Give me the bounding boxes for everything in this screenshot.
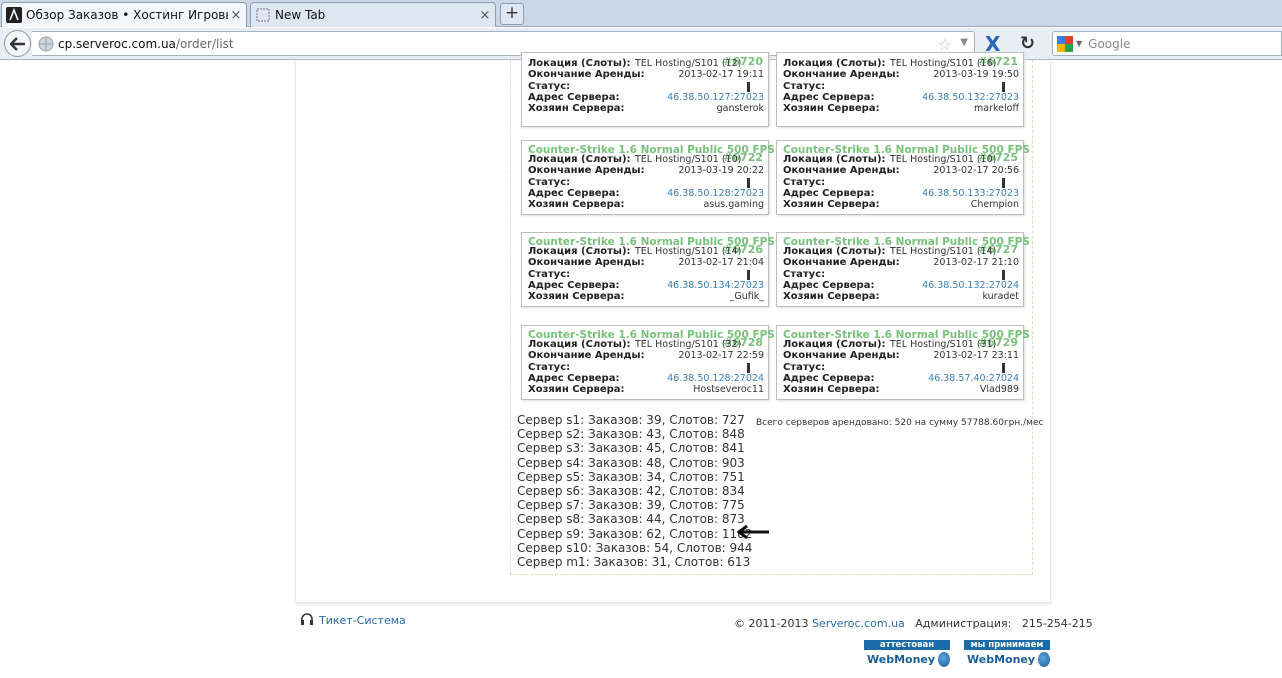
end-date-label: Окончание Аренды: <box>528 257 645 268</box>
owner-value: markeloff <box>974 103 1019 114</box>
server-stats-list: Сервер s1: Заказов: 39, Слотов: 727 Серве… <box>517 413 752 569</box>
status-indicator-icon <box>747 270 750 280</box>
headset-icon <box>301 613 313 625</box>
admin-phone: 215-254-215 <box>1021 617 1093 630</box>
end-date-label: Окончание Аренды: <box>783 69 900 80</box>
order-card[interactable]: Counter-Strike 1.6 Normal Public 500 FPS… <box>776 140 1030 215</box>
brand-link[interactable]: Serveroc.com.ua <box>812 617 905 630</box>
tab-close-icon[interactable]: × <box>477 8 493 23</box>
ticket-system-label: Тикет-Система <box>319 613 406 627</box>
status-indicator-icon <box>1002 82 1005 92</box>
search-placeholder: Google <box>1088 36 1131 51</box>
owner-value: Chempion <box>970 199 1019 210</box>
server-stat-line: Сервер s7: Заказов: 39, Слотов: 775 <box>517 498 745 513</box>
webmoney-globe-icon <box>938 652 950 667</box>
order-card[interactable]: Counter-Strike 1.6 Normal Public 500 FPS… <box>776 325 1030 400</box>
back-button[interactable] <box>4 30 31 57</box>
server-stat-line: Сервер m1: Заказов: 31, Слотов: 613 <box>517 555 751 570</box>
ticket-system-link[interactable]: Тикет-Система <box>299 612 406 628</box>
url-path: /order/list <box>175 36 234 51</box>
browser-tabstrip: Обзор Заказов • Хостинг Игровых Сер... ×… <box>0 0 1282 27</box>
new-tab-button[interactable]: + <box>500 3 524 25</box>
end-date-label: Окончание Аренды: <box>783 350 900 361</box>
end-date-value: 2013-02-17 23:11 <box>933 350 1019 361</box>
status-indicator-icon <box>747 82 750 92</box>
owner-value: _Gufik_ <box>729 291 764 302</box>
end-date-label: Окончание Аренды: <box>528 165 645 176</box>
end-date-value: 2013-02-17 21:04 <box>678 257 764 268</box>
owner-value: Hostseveroc11 <box>693 384 764 395</box>
server-stat-line: Сервер s3: Заказов: 45, Слотов: 841 <box>517 441 745 456</box>
owner-label: Хозяин Сервера: <box>783 199 880 210</box>
owner-value: kuradet <box>982 291 1019 302</box>
owner-label: Хозяин Сервера: <box>783 103 880 114</box>
end-date-label: Окончание Аренды: <box>783 257 900 268</box>
search-engine-dropdown-icon[interactable]: ▼ <box>1076 39 1082 48</box>
blank-page-icon <box>256 8 270 22</box>
owner-value: asus.gaming <box>703 199 764 210</box>
total-rented: Всего серверов арендовано: 520 на сумму … <box>756 418 1044 428</box>
google-logo-icon <box>1057 35 1073 52</box>
badge-caption: аттестован <box>864 640 950 650</box>
back-arrow-icon <box>9 36 25 51</box>
badge-caption: мы принимаем <box>964 640 1050 650</box>
webmoney-logo-text: WebMoney <box>967 653 1036 666</box>
webmoney-attested-badge[interactable]: аттестован WebMoney <box>864 640 950 669</box>
url-host: cp.serveroc.com.ua <box>58 36 176 51</box>
end-date-label: Окончание Аренды: <box>783 165 900 176</box>
left-arrow-icon <box>737 525 769 539</box>
globe-icon <box>38 36 54 51</box>
reload-icon[interactable]: ↻ <box>1020 33 1035 54</box>
server-stat-line: Сервер s9: Заказов: 62, Слотов: 1102 <box>517 526 753 541</box>
end-date-label: Окончание Аренды: <box>528 350 645 361</box>
owner-value: Vlad989 <box>979 384 1019 395</box>
tab-new-tab[interactable]: New Tab × <box>250 2 496 27</box>
end-date-value: 2013-02-17 22:59 <box>678 350 764 361</box>
status-indicator-icon <box>747 178 750 188</box>
status-indicator-icon <box>1002 178 1005 188</box>
tab-close-icon[interactable]: × <box>228 8 244 23</box>
server-stat-line: Сервер s10: Заказов: 54, Слотов: 944 <box>517 540 753 555</box>
end-date-value: 2013-02-17 20:56 <box>933 165 1019 176</box>
owner-label: Хозяин Сервера: <box>528 199 625 210</box>
order-card[interactable]: Counter-Strike 1.6 Normal Public 500 FPS… <box>776 232 1030 307</box>
webmoney-globe-icon <box>1038 652 1050 667</box>
owner-value: gansterok <box>716 103 764 114</box>
tab-orders[interactable]: Обзор Заказов • Хостинг Игровых Сер... × <box>1 2 247 27</box>
order-card[interactable]: Counter-Strike 1.6 Normal Public 500 FPS… <box>521 232 775 307</box>
owner-label: Хозяин Сервера: <box>528 103 625 114</box>
status-indicator-icon <box>747 363 750 373</box>
server-stat-line: Сервер s5: Заказов: 34, Слотов: 751 <box>517 469 745 484</box>
order-card[interactable]: Counter-Strike 1.6 Normal Public 500 FPS… <box>521 140 775 215</box>
end-date-value: 2013-02-17 19:11 <box>678 69 764 80</box>
tab-title: New Tab <box>275 8 326 22</box>
status-indicator-icon <box>1002 270 1005 280</box>
status-indicator-icon <box>1002 363 1005 373</box>
owner-label: Хозяин Сервера: <box>528 291 625 302</box>
order-card[interactable]: Counter-Strike 1.6 Normal Public 500 FPS… <box>521 325 775 400</box>
webmoney-accept-badge[interactable]: мы принимаем WebMoney <box>964 640 1050 669</box>
footer-copyright: © 2011-2013 Serveroc.com.ua Администраци… <box>734 617 1093 630</box>
owner-label: Хозяин Сервера: <box>783 384 880 395</box>
order-card[interactable]: #6721 Локация (Слоты): TEL Hosting/S101 (1… <box>776 52 1024 127</box>
admin-label: Администрация: <box>915 617 1012 630</box>
owner-label: Хозяин Сервера: <box>528 384 625 395</box>
end-date-label: Окончание Аренды: <box>528 69 645 80</box>
tab-title: Обзор Заказов • Хостинг Игровых Сер... <box>26 8 228 22</box>
server-stat-line: Сервер s1: Заказов: 39, Слотов: 727 <box>517 413 745 427</box>
url-history-dropdown-icon[interactable]: ▼ <box>960 37 968 48</box>
site-favicon-icon <box>6 7 22 23</box>
owner-label: Хозяин Сервера: <box>783 291 880 302</box>
server-stat-line: Сервер s6: Заказов: 42, Слотов: 834 <box>517 484 745 499</box>
search-box[interactable]: ▼ Google <box>1052 31 1282 56</box>
order-card[interactable]: #6720 Локация (Слоты): TEL Hosting/S101 (1… <box>521 52 769 127</box>
webmoney-logo-text: WebMoney <box>867 653 936 666</box>
end-date-value: 2013-03-19 19:50 <box>933 69 1019 80</box>
server-stat-line: Сервер s8: Заказов: 44, Слотов: 873 <box>517 512 745 527</box>
server-stat-line: Сервер s2: Заказов: 43, Слотов: 848 <box>517 427 745 442</box>
server-stat-line: Сервер s4: Заказов: 48, Слотов: 903 <box>517 455 745 470</box>
copyright-text: © 2011-2013 <box>734 617 809 630</box>
end-date-value: 2013-02-17 21:10 <box>933 257 1019 268</box>
end-date-value: 2013-03-19 20:22 <box>678 165 764 176</box>
